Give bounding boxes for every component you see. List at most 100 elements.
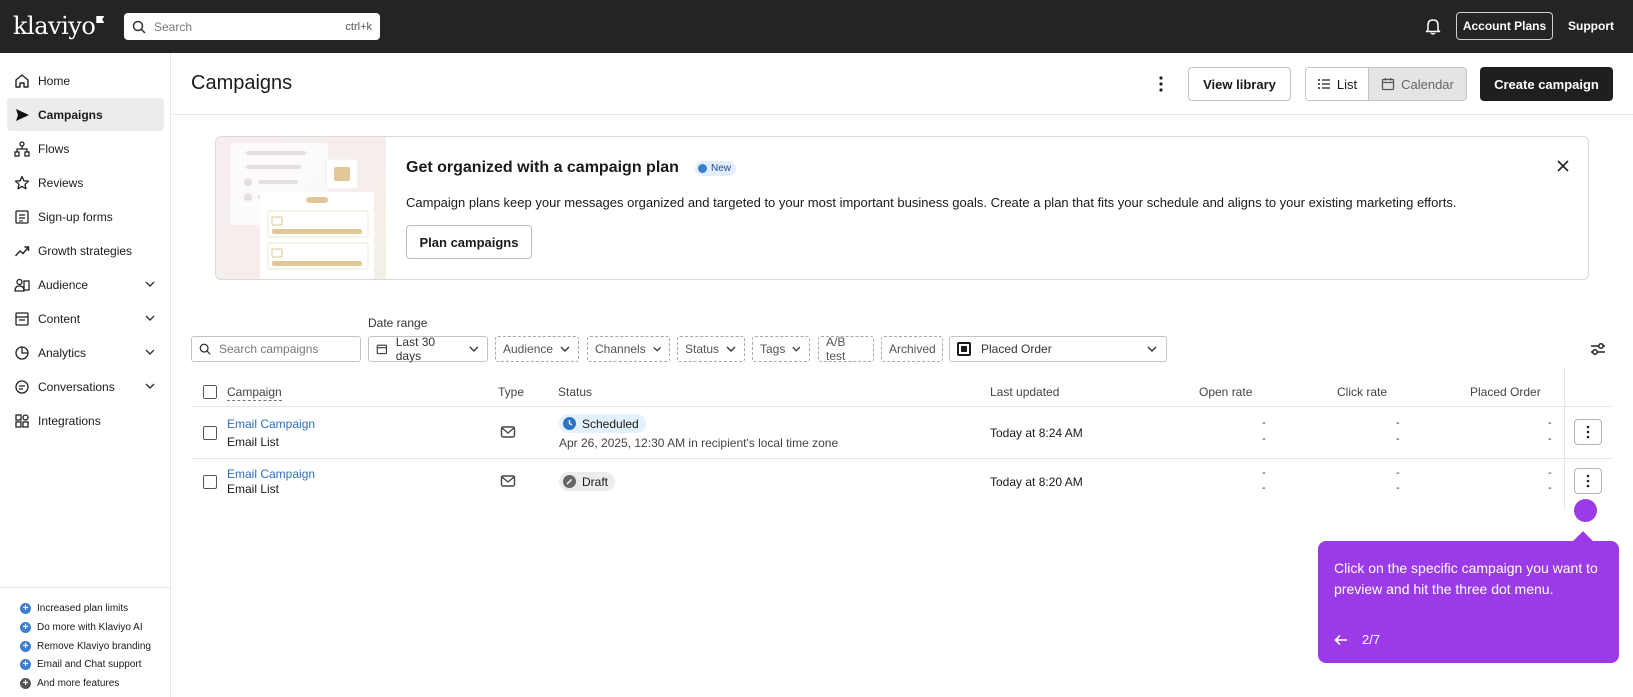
close-icon[interactable] (1556, 159, 1570, 173)
campaign-list: Email List (227, 435, 280, 449)
sidebar-item-conversations[interactable]: Conversations (7, 370, 164, 403)
sidebar-item-integrations[interactable]: Integrations (7, 404, 164, 437)
audience-filter[interactable]: Audience (495, 336, 579, 362)
content-icon (15, 311, 29, 326)
date-range-label: Date range (368, 316, 428, 330)
plus-icon: + (20, 641, 31, 652)
flow-icon (14, 140, 30, 157)
list-view-button[interactable]: List (1306, 68, 1369, 100)
chat-icon (15, 379, 29, 394)
chevron-down-icon (145, 349, 155, 355)
chevron-down-icon (469, 346, 479, 352)
column-header-status: Status (558, 385, 593, 399)
status-badge: Draft (559, 472, 616, 491)
sidebar-item-content[interactable]: Content (7, 302, 164, 335)
select-all-checkbox[interactable] (203, 385, 217, 399)
column-header-click-rate: Click rate (1337, 385, 1388, 399)
send-icon (16, 108, 29, 121)
tour-message: Click on the specific campaign you want … (1334, 560, 1598, 597)
campaign-name-link[interactable]: Email Campaign (227, 417, 315, 431)
row-checkbox[interactable] (203, 426, 217, 440)
campaign-search-input[interactable]: Search campaigns (191, 336, 361, 362)
account-plans-button[interactable]: Account Plans (1456, 12, 1553, 40)
sidebar-item-flows[interactable]: Flows (7, 132, 164, 165)
sidebar-item-audience[interactable]: Audience (7, 268, 164, 301)
calendar-icon (1381, 78, 1395, 91)
row-actions-button[interactable] (1574, 468, 1602, 494)
perk-item: + Increased plan limits (20, 603, 128, 614)
view-toggle: List Calendar (1305, 67, 1467, 101)
more-options-icon (1586, 425, 1590, 439)
perk-item: + Remove Klaviyo branding (20, 641, 151, 652)
sidebar-item-campaigns[interactable]: Campaigns (7, 98, 164, 131)
more-options-icon[interactable] (1154, 74, 1168, 94)
arrow-left-icon[interactable] (1334, 634, 1348, 646)
perk-item: + Email and Chat support (20, 659, 142, 670)
chevron-down-icon (145, 383, 155, 389)
click-rate-value: - (1396, 417, 1400, 429)
support-link[interactable]: Support (1568, 19, 1614, 33)
create-campaign-button[interactable]: Create campaign (1480, 67, 1613, 101)
last-updated: Today at 8:24 AM (990, 426, 1083, 440)
new-badge: New (695, 161, 737, 176)
date-range-select[interactable]: Last 30 days (368, 335, 488, 363)
chevron-down-icon (792, 346, 801, 352)
bell-icon[interactable] (1424, 17, 1442, 35)
clock-icon (563, 417, 576, 430)
sidebar-item-signup-forms[interactable]: Sign-up forms (7, 200, 164, 233)
email-icon (500, 475, 516, 487)
sidebar-divider (0, 587, 171, 588)
row-checkbox[interactable] (203, 475, 217, 489)
global-search-input[interactable]: Search ctrl+k (124, 13, 380, 40)
archived-filter[interactable]: Archived (881, 336, 943, 362)
plus-icon: + (20, 622, 31, 633)
plan-campaigns-button[interactable]: Plan campaigns (406, 225, 532, 259)
campaign-name-link[interactable]: Email Campaign (227, 467, 315, 481)
placed-order-value: - (1548, 417, 1552, 429)
list-icon (1317, 79, 1330, 89)
search-shortcut: ctrl+k (345, 20, 372, 33)
chevron-down-icon (1147, 346, 1157, 352)
banner-title: Get organized with a campaign plan (406, 159, 679, 176)
sidebar-item-analytics[interactable]: Analytics (7, 336, 164, 369)
chevron-down-icon (726, 346, 736, 352)
view-library-button[interactable]: View library (1188, 67, 1291, 101)
row-actions-button[interactable] (1574, 419, 1602, 445)
perk-item: + And more features (20, 678, 119, 689)
column-header-open-rate: Open rate (1199, 385, 1253, 399)
channels-filter[interactable]: Channels (587, 336, 670, 362)
home-icon (15, 73, 29, 88)
sidebar-item-home[interactable]: Home (7, 64, 164, 97)
status-filter[interactable]: Status (677, 336, 745, 362)
integrations-icon (15, 413, 29, 428)
column-settings-icon[interactable] (1589, 340, 1607, 358)
calendar-view-button[interactable]: Calendar (1369, 68, 1466, 100)
page-title: Campaigns (191, 72, 293, 94)
chevron-down-icon (145, 315, 155, 321)
click-rate-value: - (1396, 433, 1400, 445)
klaviyo-logo[interactable]: klaviyo (13, 12, 105, 40)
click-rate-value: - (1396, 467, 1400, 479)
sidebar-item-reviews[interactable]: Reviews (7, 166, 164, 199)
row-divider (191, 458, 1613, 459)
status-badge: Scheduled (559, 414, 646, 433)
tour-hotspot[interactable] (1574, 499, 1597, 522)
more-options-icon (1586, 474, 1590, 488)
campaign-plan-banner: Get organized with a campaign plan New C… (215, 136, 1589, 280)
ab-test-filter[interactable]: A/B test (818, 335, 874, 363)
chevron-down-icon (560, 346, 570, 352)
open-rate-value: - (1262, 467, 1266, 479)
click-rate-value: - (1396, 482, 1400, 494)
analytics-icon (15, 345, 29, 360)
plus-icon: + (20, 603, 31, 614)
tour-navigation: 2/7 (1334, 632, 1380, 647)
sidebar-item-growth-strategies[interactable]: Growth strategies (7, 234, 164, 267)
email-icon (500, 426, 516, 438)
tags-filter[interactable]: Tags (752, 336, 810, 362)
tour-tooltip: Click on the specific campaign you want … (1318, 541, 1619, 663)
banner-illustration (216, 137, 386, 279)
plus-icon: + (20, 678, 31, 689)
placed-order-value: - (1548, 467, 1552, 479)
column-header-campaign[interactable]: Campaign (227, 385, 282, 401)
metric-select[interactable]: Placed Order (949, 336, 1167, 362)
